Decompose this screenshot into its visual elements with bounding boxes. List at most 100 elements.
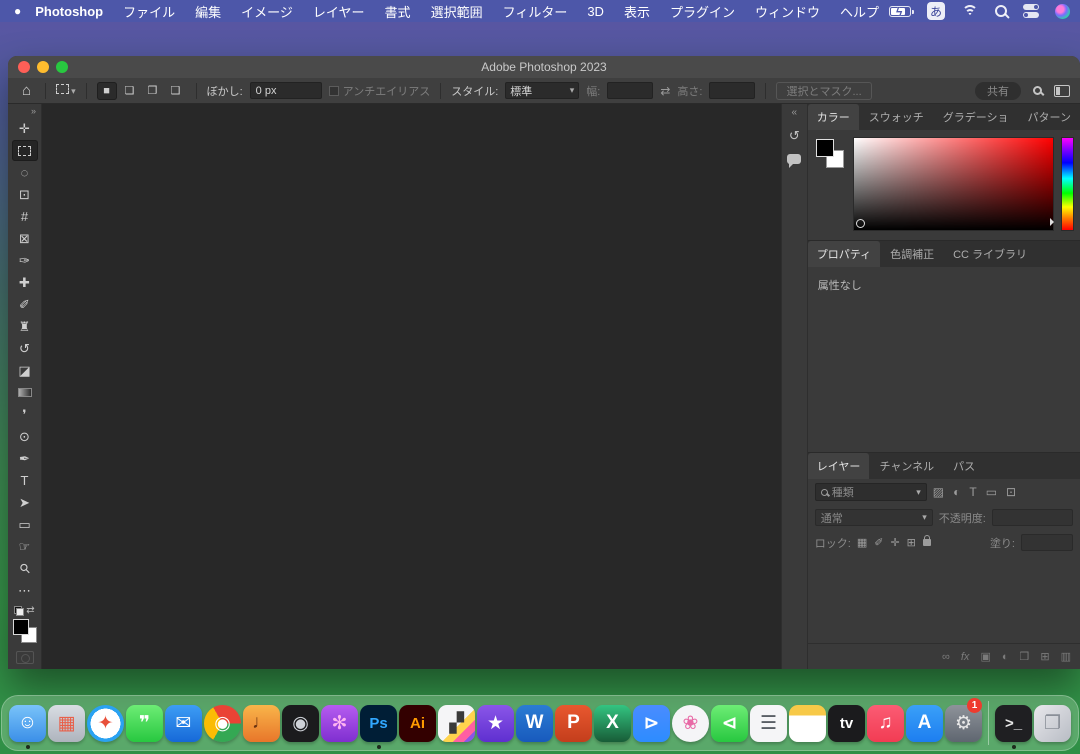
- toolbar-collapse-icon[interactable]: »: [31, 106, 36, 116]
- layers-tab[interactable]: パス: [944, 453, 984, 479]
- tool-eyedropper[interactable]: ✑: [12, 250, 38, 271]
- color-picker-marker[interactable]: [856, 219, 865, 228]
- layers-tab[interactable]: チャンネル: [870, 453, 943, 479]
- tool-history-brush[interactable]: ↺: [12, 338, 38, 359]
- fill-input[interactable]: [1021, 534, 1073, 551]
- tool-pen[interactable]: ✒: [12, 448, 38, 469]
- new-adjustment-layer-icon[interactable]: ◐: [1002, 651, 1009, 663]
- share-button[interactable]: 共有: [975, 82, 1021, 100]
- opacity-input[interactable]: [992, 509, 1073, 526]
- tool-type[interactable]: T: [12, 470, 38, 491]
- tool-blur[interactable]: ❜: [12, 404, 38, 425]
- active-tool-preset[interactable]: ▾: [56, 84, 76, 97]
- dock-app-illustrator[interactable]: Ai: [398, 697, 437, 749]
- dock-app-photos[interactable]: ❀: [671, 697, 710, 749]
- panel-color-swatches[interactable]: [816, 137, 846, 231]
- new-group-icon[interactable]: ❒: [1020, 650, 1030, 663]
- link-layers-icon[interactable]: ∞: [942, 651, 950, 663]
- dock-app-system-settings[interactable]: ⚙1: [944, 697, 983, 749]
- feather-input[interactable]: 0 px: [250, 82, 322, 99]
- swap-colors-icon[interactable]: ⇄: [26, 605, 34, 616]
- dock-app-excel[interactable]: X: [593, 697, 632, 749]
- dock-app-reminders[interactable]: ☰: [749, 697, 788, 749]
- dock-app-notes[interactable]: [788, 697, 827, 749]
- menu-select[interactable]: 選択範囲: [421, 2, 493, 21]
- dock-app-launchpad[interactable]: ▦: [47, 697, 86, 749]
- tool-rectangle[interactable]: ▭: [12, 514, 38, 535]
- tool-path-selection[interactable]: ➤: [12, 492, 38, 513]
- lock-image-pixels-icon[interactable]: ✐: [874, 536, 883, 549]
- tool-object-selection[interactable]: ⊡: [12, 184, 38, 205]
- tool-move[interactable]: ✛: [12, 118, 38, 139]
- menu-window[interactable]: ウィンドウ: [745, 2, 830, 21]
- panel-collapse-icon[interactable]: «: [791, 107, 797, 118]
- quick-mask-icon[interactable]: [16, 651, 34, 664]
- tool-gradient[interactable]: [12, 382, 38, 403]
- menu-type[interactable]: 書式: [375, 2, 421, 21]
- input-source-icon[interactable]: あ: [927, 2, 945, 20]
- properties-tab[interactable]: 色調補正: [881, 241, 943, 267]
- style-dropdown[interactable]: 標準▾: [505, 82, 579, 99]
- filter-shape-icon[interactable]: ▭: [986, 485, 997, 499]
- window-titlebar[interactable]: Adobe Photoshop 2023: [8, 56, 1080, 78]
- properties-tab[interactable]: プロパティ: [808, 241, 880, 267]
- menu-help[interactable]: ヘルプ: [830, 2, 889, 21]
- intersect-selection-button[interactable]: ❑: [166, 82, 186, 100]
- tool-eraser[interactable]: ◪: [12, 360, 38, 381]
- dock-app-messages[interactable]: ❞: [125, 697, 164, 749]
- properties-tab[interactable]: CC ライブラリ: [944, 241, 1036, 267]
- siri-icon[interactable]: [1055, 4, 1070, 19]
- layer-list[interactable]: [808, 555, 1080, 643]
- dock-app-app-store[interactable]: A: [905, 697, 944, 749]
- menu-edit[interactable]: 編集: [185, 2, 231, 21]
- dock-app-terminal[interactable]: >_: [994, 697, 1033, 749]
- menu-layer[interactable]: レイヤー: [303, 2, 375, 21]
- dock-app-word[interactable]: W: [515, 697, 554, 749]
- blend-mode-dropdown[interactable]: 通常▾: [815, 509, 933, 526]
- dock-app-garageband[interactable]: ♩: [242, 697, 281, 749]
- new-selection-button[interactable]: ■: [97, 82, 117, 100]
- layers-tab[interactable]: レイヤー: [808, 453, 870, 479]
- color-swatches[interactable]: [13, 619, 37, 643]
- lock-position-icon[interactable]: ✛: [890, 536, 899, 549]
- dock-app-affinity-photo[interactable]: ✻: [320, 697, 359, 749]
- width-input[interactable]: [607, 82, 653, 99]
- wifi-icon[interactable]: [961, 5, 979, 18]
- color-tab[interactable]: パターン: [1019, 104, 1080, 130]
- dock-app-safari[interactable]: ✦: [86, 697, 125, 749]
- dock-app-zoom[interactable]: ⊳: [632, 697, 671, 749]
- hue-slider[interactable]: [1061, 137, 1074, 231]
- panel-foreground-swatch[interactable]: [816, 139, 834, 157]
- select-and-mask-button[interactable]: 選択とマスク...: [776, 82, 871, 100]
- lock-artboard-icon[interactable]: ⊞: [907, 536, 916, 549]
- lock-all-icon[interactable]: [923, 539, 931, 546]
- add-layer-mask-icon[interactable]: ▣: [980, 650, 990, 663]
- default-swap-colors[interactable]: ⇄: [14, 605, 34, 616]
- menu-image[interactable]: イメージ: [231, 2, 303, 21]
- dock-app-mail[interactable]: ✉: [164, 697, 203, 749]
- lock-transparent-pixels-icon[interactable]: ▦: [857, 536, 867, 549]
- menu-file[interactable]: ファイル: [113, 2, 185, 21]
- menu-photoshop[interactable]: Photoshop: [25, 4, 113, 19]
- dock-app-apple-tv[interactable]: tv: [827, 697, 866, 749]
- antialias-checkbox[interactable]: アンチエイリアス: [329, 83, 431, 99]
- color-tab[interactable]: カラー: [808, 104, 859, 130]
- history-panel-icon[interactable]: ↺: [789, 128, 800, 144]
- dock-app-app-windows[interactable]: ❐: [1033, 697, 1072, 749]
- tool-rectangular-marquee[interactable]: [12, 140, 38, 161]
- swap-dimensions-icon[interactable]: ⇄: [660, 84, 670, 98]
- saturation-brightness-field[interactable]: [853, 137, 1054, 231]
- workspace-switcher-icon[interactable]: [1054, 85, 1070, 97]
- control-center-icon[interactable]: [1023, 4, 1039, 18]
- new-layer-icon[interactable]: ⊞: [1040, 650, 1049, 663]
- canvas-area[interactable]: [42, 104, 781, 669]
- tool-crop[interactable]: #: [12, 206, 38, 227]
- dock-app-facetime[interactable]: ⊲: [710, 697, 749, 749]
- color-tab[interactable]: グラデーショ: [934, 104, 1018, 130]
- height-input[interactable]: [709, 82, 755, 99]
- filter-type-icon[interactable]: T: [969, 485, 976, 499]
- spotlight-search-icon[interactable]: [995, 5, 1007, 17]
- delete-layer-icon[interactable]: ▥: [1061, 650, 1071, 663]
- dock-app-final-cut-pro[interactable]: ▞: [437, 697, 476, 749]
- tool-frame[interactable]: ⊠: [12, 228, 38, 249]
